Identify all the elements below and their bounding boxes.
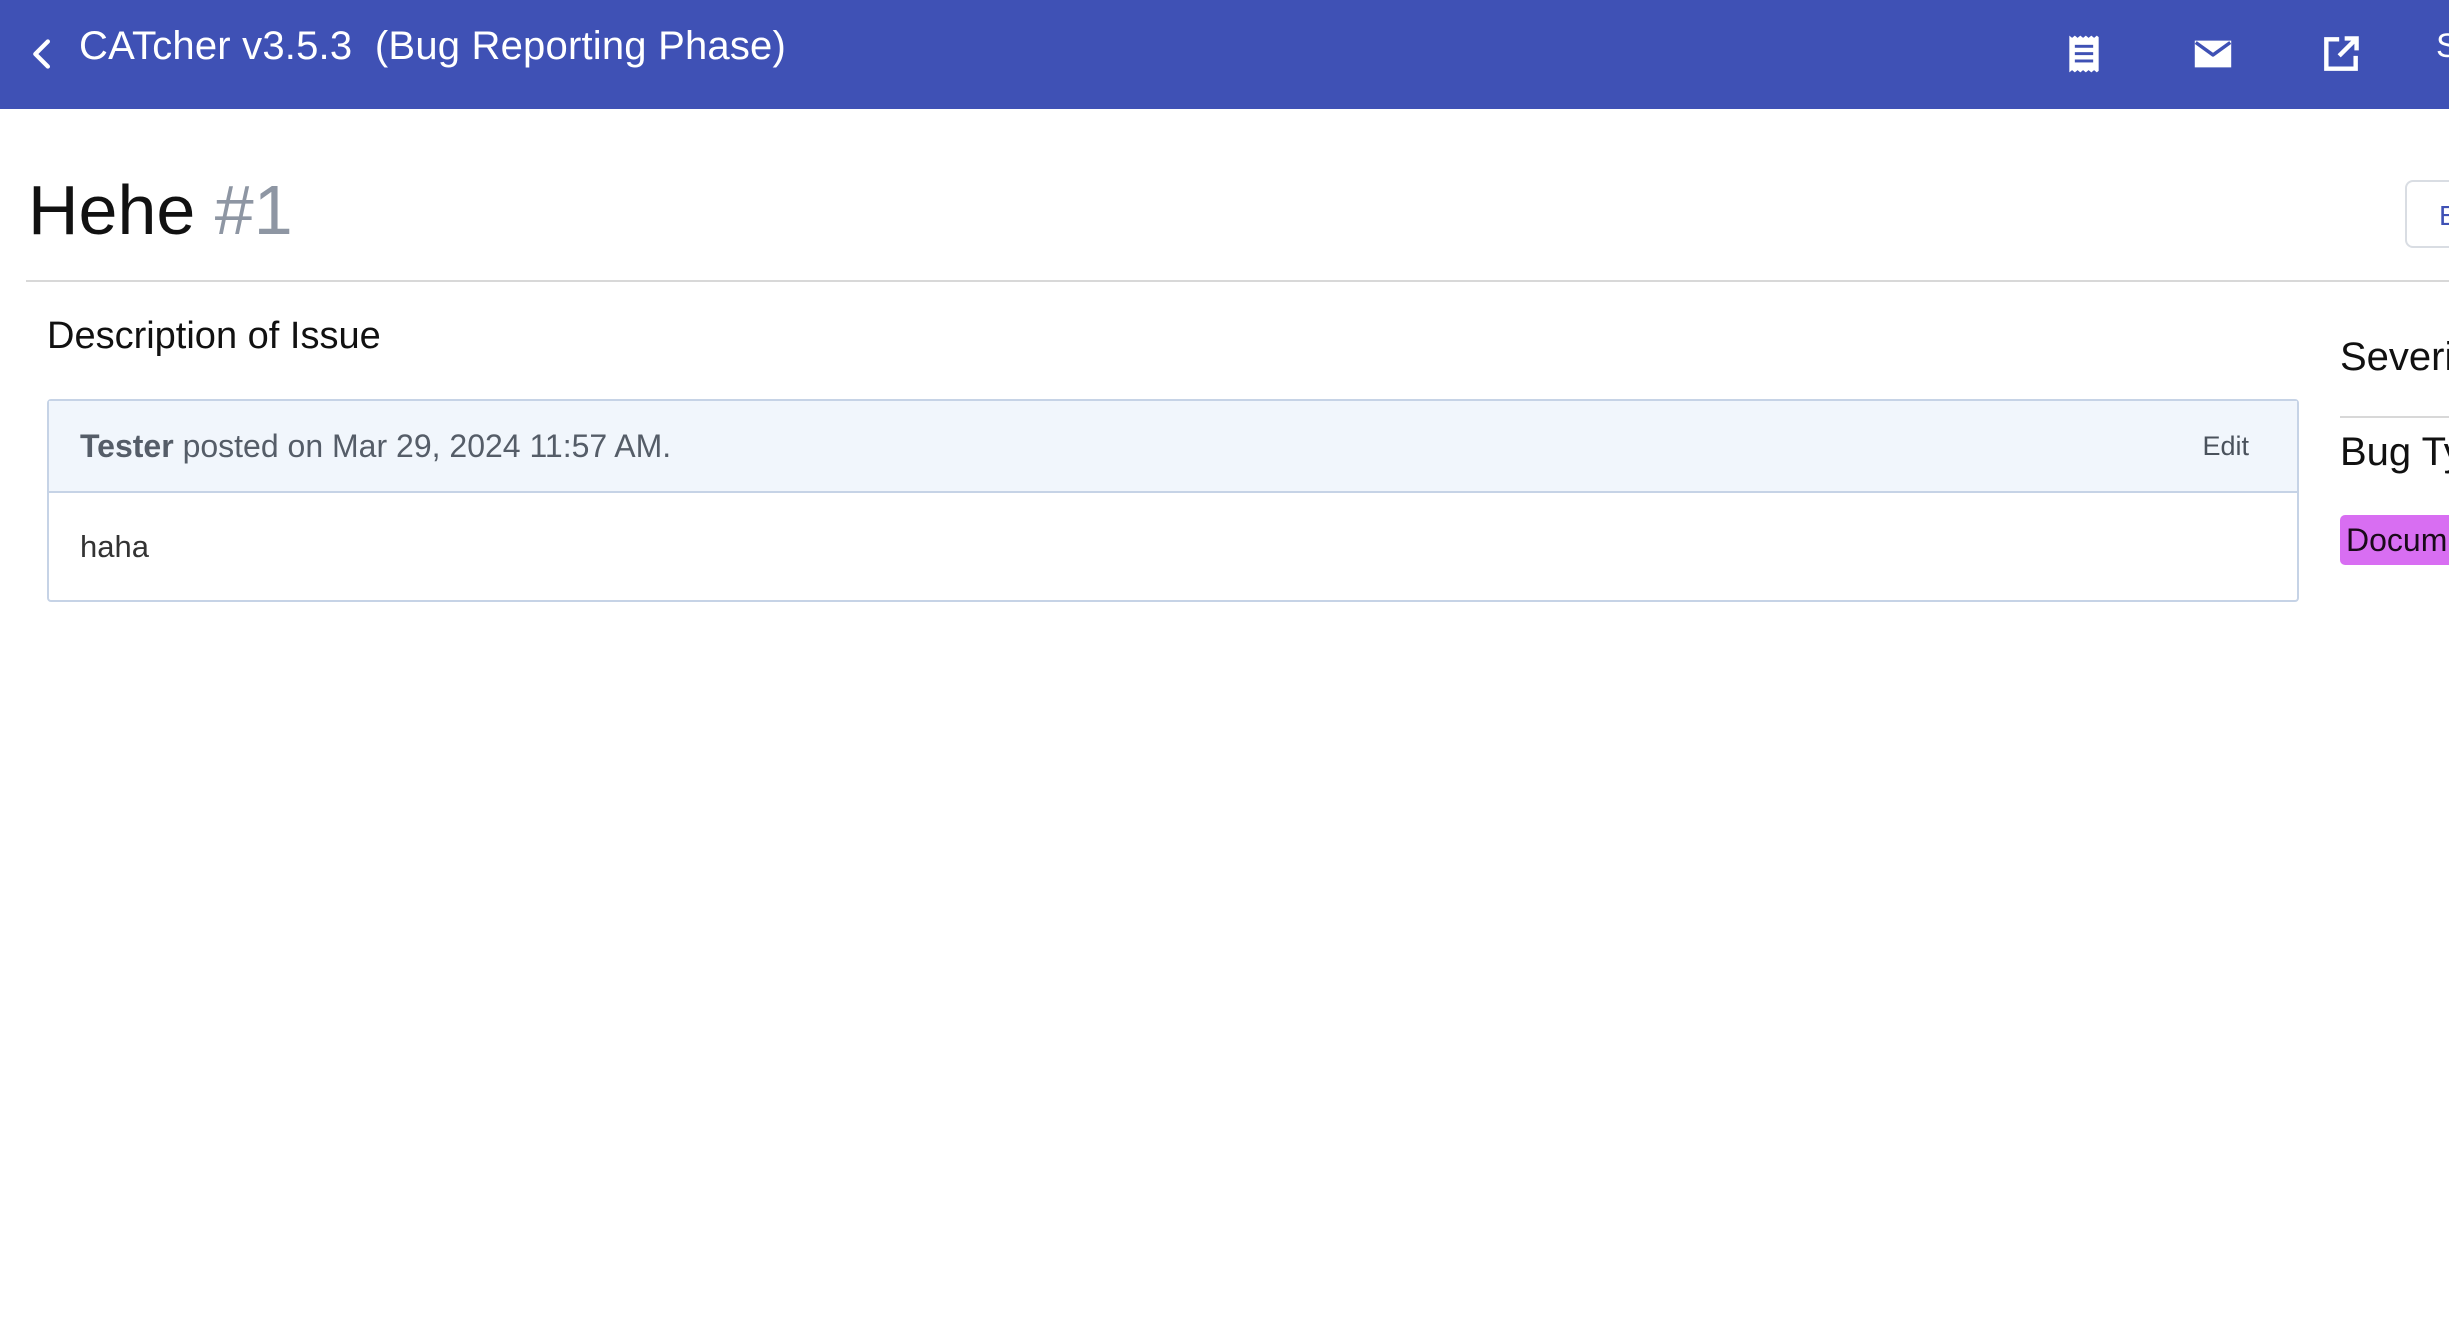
- app-title: CATcher v3.5.3 (Bug Reporting Phase): [79, 24, 787, 68]
- comment-author: Tester: [80, 428, 174, 464]
- issue-number: #1: [214, 171, 293, 249]
- document-list-icon: [2069, 35, 2099, 73]
- open-external-button[interactable]: [2309, 22, 2373, 86]
- toolbar-overflow-text[interactable]: S: [2436, 26, 2449, 66]
- edit-title-button[interactable]: E: [2405, 180, 2449, 248]
- comment-meta: Tester posted on Mar 29, 2024 11:57 AM.: [80, 423, 671, 469]
- open-external-icon: [2324, 36, 2359, 71]
- issue-title-text: Hehe: [28, 171, 196, 249]
- title-divider: [26, 280, 2449, 282]
- back-arrow-icon: [33, 39, 50, 69]
- comment-body: haha: [80, 529, 149, 564]
- back-button[interactable]: [14, 26, 70, 82]
- comment-edit-button[interactable]: Edit: [2202, 423, 2249, 469]
- issue-title: Hehe #1: [28, 165, 293, 255]
- description-comment: Tester posted on Mar 29, 2024 11:57 AM. …: [47, 399, 2299, 602]
- comment-timestamp: posted on Mar 29, 2024 11:57 AM.: [173, 428, 672, 464]
- app-toolbar: CATcher v3.5.3 (Bug Reporting Phase) S: [0, 0, 2449, 109]
- description-heading: Description of Issue: [47, 315, 381, 357]
- bug-type-label: Bug Ty: [2340, 430, 2449, 474]
- bug-type-chip[interactable]: Docum: [2340, 515, 2449, 565]
- mail-icon: [2194, 40, 2232, 68]
- mail-button[interactable]: [2181, 22, 2245, 86]
- comment-header: Tester posted on Mar 29, 2024 11:57 AM. …: [49, 401, 2297, 493]
- severity-label: Severi: [2340, 335, 2449, 379]
- document-list-button[interactable]: [2052, 22, 2116, 86]
- sidebar-divider: [2340, 416, 2449, 418]
